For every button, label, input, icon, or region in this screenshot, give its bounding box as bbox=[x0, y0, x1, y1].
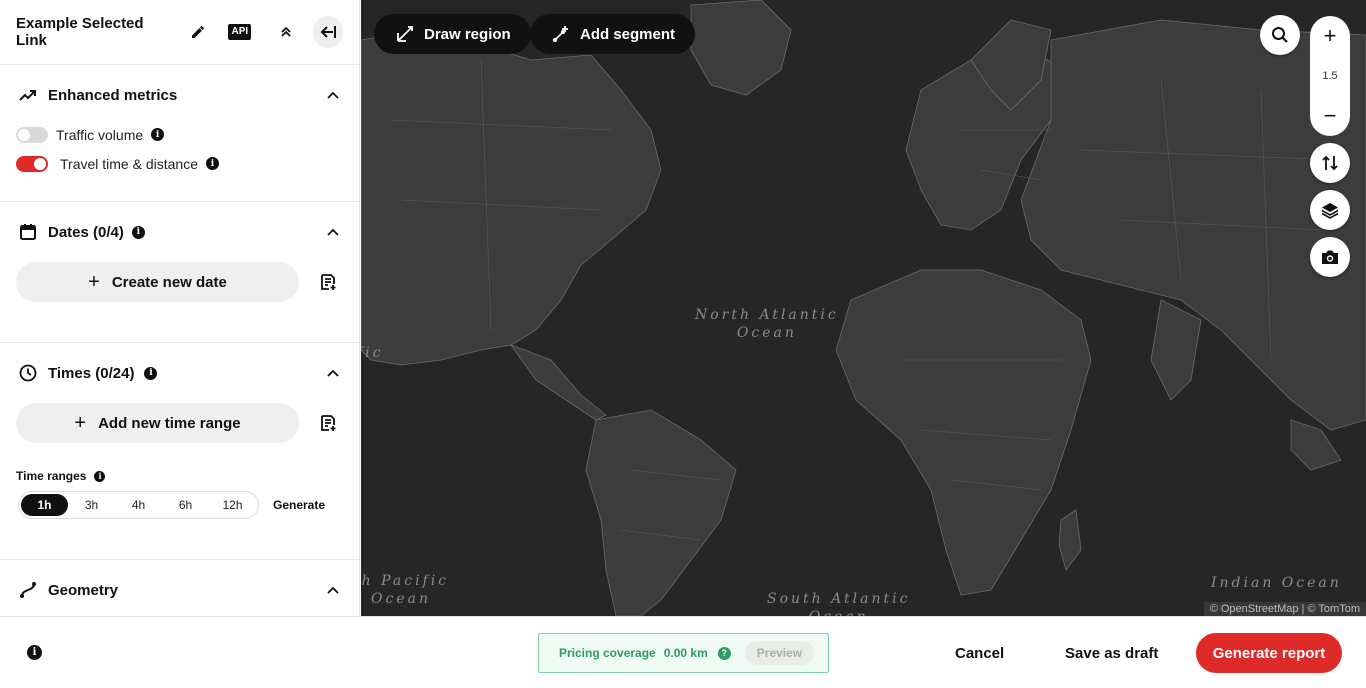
ocean-label-indian: Indian Ocean bbox=[1211, 575, 1342, 591]
screenshot-button[interactable] bbox=[1310, 237, 1350, 277]
ocean-label-pacific: fic bbox=[361, 345, 384, 361]
metrics-title: Enhanced metrics bbox=[48, 86, 178, 104]
info-icon[interactable]: i bbox=[144, 366, 158, 380]
dates-section: Dates (0/4) i + Create new date bbox=[0, 202, 359, 343]
times-section-header[interactable]: Times (0/24) i bbox=[0, 343, 359, 403]
info-icon[interactable]: i bbox=[94, 470, 106, 482]
travel-time-toggle[interactable] bbox=[16, 155, 48, 172]
plus-icon: + bbox=[74, 412, 87, 434]
chevron-up-icon[interactable] bbox=[327, 223, 339, 241]
geometry-section-header[interactable]: Geometry bbox=[0, 560, 359, 616]
double-chevron-up-icon[interactable] bbox=[272, 17, 300, 47]
sidebar-header: Example Selected Link API bbox=[0, 0, 359, 65]
save-draft-button[interactable]: Save as draft bbox=[1065, 633, 1158, 673]
create-date-button[interactable]: + Create new date bbox=[16, 262, 299, 302]
search-icon bbox=[1272, 27, 1288, 43]
cancel-button[interactable]: Cancel bbox=[955, 633, 1004, 673]
draw-region-icon bbox=[397, 26, 413, 42]
generate-report-button[interactable]: Generate report bbox=[1196, 633, 1342, 673]
arrow-collapse-left-icon bbox=[320, 26, 337, 38]
clock-icon bbox=[18, 363, 38, 383]
info-icon[interactable]: i bbox=[131, 225, 145, 239]
add-time-range-button[interactable]: + Add new time range bbox=[16, 403, 299, 443]
footer-info-icon[interactable]: i bbox=[27, 645, 42, 660]
map-search-button[interactable] bbox=[1260, 15, 1300, 55]
api-button[interactable]: API bbox=[226, 17, 254, 47]
create-date-label: Create new date bbox=[111, 273, 227, 291]
ocean-label-south-pacific: th Pacific Ocean bbox=[361, 573, 450, 607]
sidebar: Example Selected Link API Enhanced metri… bbox=[0, 0, 360, 616]
camera-icon bbox=[1322, 250, 1338, 264]
time-ranges-text: Time ranges bbox=[16, 469, 87, 483]
chevron-up-icon[interactable] bbox=[327, 581, 339, 599]
playlist-add-icon[interactable] bbox=[317, 271, 339, 293]
world-map-landmass bbox=[361, 0, 1366, 616]
times-section: Times (0/24) i + Add new time range Time… bbox=[0, 343, 359, 560]
travel-time-row: Travel time & distance i bbox=[0, 149, 359, 178]
pricing-coverage-panel: Pricing coverage 0.00 km ? Preview bbox=[538, 633, 829, 673]
chevron-up-icon[interactable] bbox=[327, 364, 339, 382]
draw-region-button[interactable]: Draw region bbox=[374, 14, 531, 54]
ocean-label-south-atlantic: South Atlantic Ocean bbox=[767, 591, 911, 616]
metrics-section: Enhanced metrics Traffic volume i Travel… bbox=[0, 65, 359, 202]
footer-bar: i Pricing coverage 0.00 km ? Preview Can… bbox=[0, 616, 1366, 688]
traffic-volume-row: Traffic volume i bbox=[0, 120, 359, 149]
range-option-6h[interactable]: 6h bbox=[162, 494, 209, 516]
time-ranges-label: Time ranges i bbox=[0, 469, 359, 483]
traffic-volume-toggle[interactable] bbox=[16, 126, 48, 143]
geometry-title: Geometry bbox=[48, 581, 119, 599]
chevron-up-icon[interactable] bbox=[327, 86, 339, 104]
zoom-control: + 1.5 − bbox=[1310, 16, 1350, 136]
map-attribution[interactable]: © OpenStreetMap | © TomTom bbox=[1203, 602, 1366, 616]
api-icon: API bbox=[228, 24, 252, 40]
playlist-add-icon[interactable] bbox=[317, 412, 339, 434]
info-icon[interactable]: i bbox=[205, 157, 219, 170]
time-range-segmented-control: 1h 3h 4h 6h 12h bbox=[18, 491, 259, 519]
pricing-coverage-label: Pricing coverage bbox=[559, 646, 656, 660]
swap-vertical-icon bbox=[1322, 155, 1338, 171]
metrics-section-header[interactable]: Enhanced metrics bbox=[0, 65, 359, 125]
ocean-label-north-atlantic: North Atlantic Ocean bbox=[695, 307, 839, 341]
zoom-level: 1.5 bbox=[1322, 70, 1338, 82]
edit-pencil-icon[interactable] bbox=[184, 17, 212, 47]
zoom-out-button[interactable]: − bbox=[1324, 104, 1337, 128]
add-time-range-label: Add new time range bbox=[98, 414, 241, 432]
time-range-picker: 1h 3h 4h 6h 12h Generate bbox=[0, 491, 359, 519]
dates-actions: + Create new date bbox=[0, 262, 359, 302]
add-segment-button[interactable]: Add segment bbox=[530, 14, 696, 54]
traffic-volume-label: Traffic volume bbox=[56, 126, 144, 143]
times-title: Times (0/24) bbox=[48, 364, 135, 382]
dates-title: Dates (0/4) bbox=[48, 223, 124, 241]
geometry-section: Geometry bbox=[0, 560, 359, 616]
range-option-3h[interactable]: 3h bbox=[68, 494, 115, 516]
layers-button[interactable] bbox=[1310, 190, 1350, 230]
range-option-4h[interactable]: 4h bbox=[115, 494, 162, 516]
map-canvas[interactable]: North Atlantic Ocean fic th Pacific Ocea… bbox=[361, 0, 1366, 616]
pricing-coverage-value: 0.00 km bbox=[663, 646, 708, 660]
layers-icon bbox=[1321, 203, 1339, 219]
add-segment-icon bbox=[553, 26, 568, 42]
plus-icon: + bbox=[88, 271, 100, 293]
help-icon[interactable]: ? bbox=[717, 646, 731, 660]
range-option-1h[interactable]: 1h bbox=[21, 494, 68, 516]
draw-region-label: Draw region bbox=[424, 25, 511, 43]
add-segment-label: Add segment bbox=[580, 25, 676, 43]
generate-ranges-button[interactable]: Generate bbox=[273, 498, 325, 512]
zoom-in-button[interactable]: + bbox=[1324, 24, 1337, 48]
info-icon[interactable]: i bbox=[151, 128, 165, 141]
dates-section-header[interactable]: Dates (0/4) i bbox=[0, 202, 359, 262]
times-actions: + Add new time range bbox=[0, 403, 359, 443]
calendar-icon bbox=[18, 222, 38, 242]
link-title: Example Selected Link bbox=[16, 15, 144, 49]
preview-button[interactable]: Preview bbox=[744, 641, 815, 665]
route-icon bbox=[18, 580, 38, 600]
swap-direction-button[interactable] bbox=[1310, 143, 1350, 183]
collapse-sidebar-button[interactable] bbox=[313, 16, 343, 48]
travel-time-label: Travel time & distance bbox=[60, 155, 198, 172]
range-option-12h[interactable]: 12h bbox=[209, 494, 256, 516]
trending-up-icon bbox=[18, 85, 38, 105]
